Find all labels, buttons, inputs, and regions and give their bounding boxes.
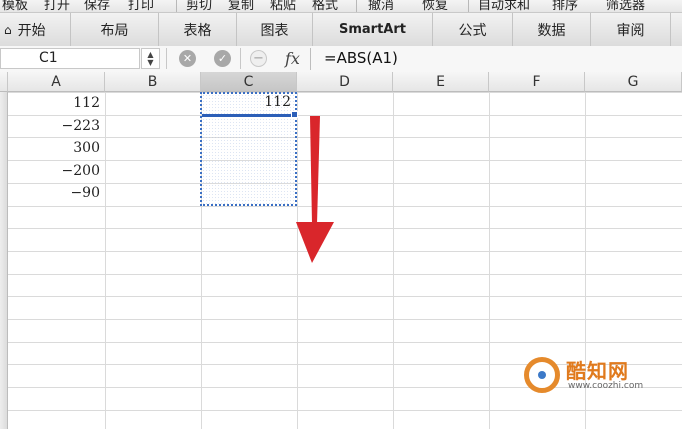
chevron-down-icon: ▼ xyxy=(147,58,154,67)
insert-function-icon[interactable]: − xyxy=(250,50,267,67)
toolbar-item-print[interactable]: 打印 xyxy=(128,0,154,12)
confirm-icon[interactable]: ✓ xyxy=(214,50,231,67)
toolbar-item-undo[interactable]: 撤消 xyxy=(368,0,394,12)
ribbon-tabs: ⌂ 开始 布局 表格 图表 SmartArt 公式 数据 审阅 xyxy=(0,13,682,47)
tab-tables[interactable]: 表格 xyxy=(158,13,236,46)
formula-input[interactable]: =ABS(A1) xyxy=(324,49,398,67)
tab-overflow[interactable] xyxy=(670,13,682,46)
name-box-stepper[interactable]: ▲ ▼ xyxy=(141,48,160,69)
tab-label: 审阅 xyxy=(616,22,645,39)
toolbar-item-filter[interactable]: 筛选器 xyxy=(606,0,645,12)
tab-home[interactable]: ⌂ 开始 xyxy=(0,13,70,46)
toolbar-divider xyxy=(356,0,357,12)
toolbar-item-autosum[interactable]: 自动求和 xyxy=(478,0,530,12)
toolbar-item-format[interactable]: 格式 xyxy=(312,0,338,12)
fx-icon[interactable]: fx xyxy=(285,49,300,68)
tab-label: 公式 xyxy=(458,22,487,39)
toolbar-item-open[interactable]: 打开 xyxy=(44,0,70,12)
toolbar-divider xyxy=(176,0,177,12)
arrow-shaft xyxy=(310,116,320,224)
formula-bar-divider xyxy=(240,48,241,69)
toolbar: 模板 打开 保存 打印 剪切 复制 粘贴 格式 撤消 恢复 自动求和 排序 筛选… xyxy=(0,0,682,13)
watermark: 酷知网 www.coozhi.com xyxy=(516,349,666,401)
toolbar-item-sort[interactable]: 排序 xyxy=(552,0,578,12)
toolbar-item-paste[interactable]: 粘贴 xyxy=(270,0,296,12)
tab-charts[interactable]: 图表 xyxy=(236,13,312,46)
toolbar-item-redo[interactable]: 恢复 xyxy=(422,0,448,12)
tab-label: 图表 xyxy=(260,22,289,39)
watermark-logo-dot xyxy=(538,371,546,379)
formula-bar-divider xyxy=(166,48,167,69)
tab-formulas[interactable]: 公式 xyxy=(432,13,512,46)
tab-layout[interactable]: 布局 xyxy=(70,13,158,46)
watermark-logo-icon xyxy=(524,357,560,393)
toolbar-item-copy[interactable]: 复制 xyxy=(228,0,254,12)
tab-label: 数据 xyxy=(537,22,566,39)
tab-label: 开始 xyxy=(17,22,46,39)
formula-bar-divider xyxy=(310,48,311,70)
formula-bar: C1 ▲ ▼ ✕ ✓ − fx =ABS(A1) xyxy=(0,46,682,73)
name-box[interactable]: C1 xyxy=(0,48,140,69)
toolbar-item-templates[interactable]: 模板 xyxy=(2,0,28,12)
tab-review[interactable]: 审阅 xyxy=(590,13,670,46)
cancel-icon[interactable]: ✕ xyxy=(179,50,196,67)
tab-smartart[interactable]: SmartArt xyxy=(312,13,432,46)
watermark-url: www.coozhi.com xyxy=(568,381,644,391)
toolbar-divider xyxy=(468,0,469,12)
home-icon: ⌂ xyxy=(4,22,12,37)
toolbar-item-save[interactable]: 保存 xyxy=(84,0,110,12)
tab-label: 表格 xyxy=(183,22,212,39)
tab-data[interactable]: 数据 xyxy=(512,13,590,46)
tab-label: 布局 xyxy=(100,22,129,39)
toolbar-item-cut[interactable]: 剪切 xyxy=(186,0,212,12)
arrow-head xyxy=(296,222,334,263)
watermark-name: 酷知网 xyxy=(566,359,629,383)
tab-label: SmartArt xyxy=(339,22,406,37)
